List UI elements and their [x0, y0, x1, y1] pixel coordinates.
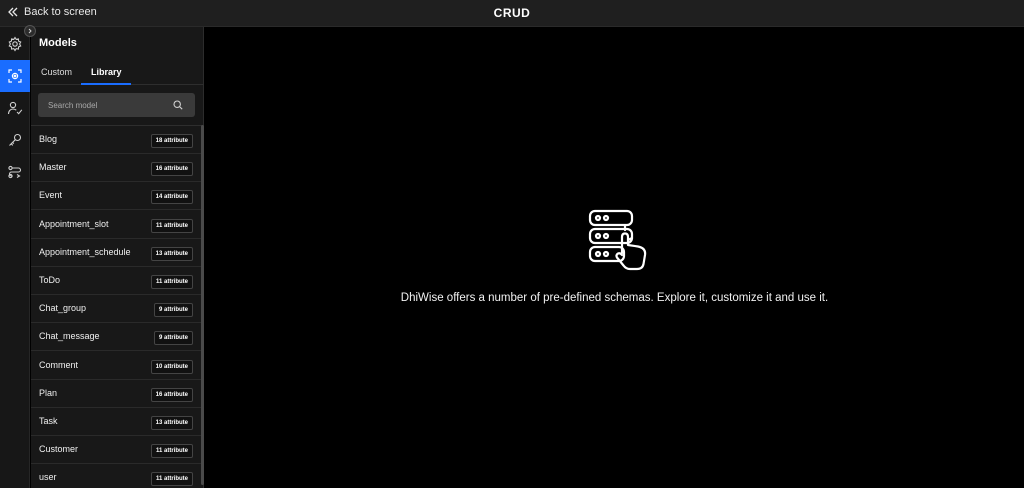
tab-library[interactable]: Library: [91, 67, 122, 77]
icon-rail: [0, 27, 30, 488]
list-item[interactable]: Blog 18 attribute: [31, 126, 201, 154]
main-content: DhiWise offers a number of pre-defined s…: [205, 27, 1024, 488]
attribute-count-badge: 16 attribute: [150, 387, 193, 402]
models-panel: Models Custom Library Blog 18 attribute Ma…: [31, 27, 204, 488]
list-item[interactable]: Chat_message 9 attribute: [31, 323, 201, 352]
list-item[interactable]: ToDo 11 attribute: [31, 267, 201, 295]
model-name: Customer: [39, 444, 79, 455]
model-name: Appointment_slot: [39, 218, 109, 229]
rail-models-button[interactable]: [0, 60, 30, 92]
search-icon[interactable]: [173, 100, 183, 110]
attribute-count-badge: 11 attribute: [150, 275, 193, 289]
attribute-count-badge: 11 attribute: [150, 444, 193, 459]
model-name: Event: [39, 190, 63, 201]
user-role-icon: [7, 101, 23, 115]
attribute-count-badge: 9 attribute: [153, 331, 193, 346]
model-name: ToDo: [39, 275, 61, 285]
empty-state-message: DhiWise offers a number of pre-defined s…: [400, 292, 829, 304]
list-item[interactable]: Plan 16 attribute: [31, 380, 201, 408]
list-item[interactable]: Appointment_schedule 13 attribute: [31, 239, 201, 267]
key-icon: [9, 133, 22, 146]
list-item[interactable]: Task 13 attribute: [31, 408, 201, 436]
model-tabs: Custom Library: [31, 62, 204, 85]
attribute-count-badge: 13 attribute: [150, 416, 193, 430]
rail-workflow-button[interactable]: [0, 156, 30, 188]
attribute-count-badge: 11 attribute: [150, 218, 193, 233]
chevron-right-icon: [28, 28, 32, 34]
top-bar: Back to screen CRUD: [0, 0, 1024, 27]
model-name: Blog: [39, 134, 58, 144]
tab-custom[interactable]: Custom: [41, 67, 72, 77]
list-item[interactable]: Customer 11 attribute: [31, 436, 201, 465]
attribute-count-badge: 18 attribute: [150, 134, 193, 148]
rail-permissions-button[interactable]: [0, 124, 30, 156]
list-item[interactable]: Master 16 attribute: [31, 154, 201, 183]
search-input[interactable]: [38, 93, 168, 117]
panel-title: Models: [39, 37, 77, 49]
attribute-count-badge: 9 attribute: [153, 303, 193, 318]
attribute-count-badge: 16 attribute: [150, 162, 193, 177]
attribute-count-badge: 14 attribute: [150, 190, 193, 205]
model-name: Chat_message: [39, 331, 100, 342]
search-box: [38, 93, 195, 117]
attribute-count-badge: 11 attribute: [150, 472, 193, 487]
rail-roles-button[interactable]: [0, 92, 30, 124]
active-tab-indicator: [81, 83, 131, 85]
model-name: Chat_group: [39, 303, 87, 314]
attribute-count-badge: 10 attribute: [150, 359, 193, 374]
list-item[interactable]: Event 14 attribute: [31, 182, 201, 211]
model-name: Task: [39, 416, 58, 426]
list-item[interactable]: Chat_group 9 attribute: [31, 295, 201, 324]
model-list: Blog 18 attribute Master 16 attribute Event 1…: [31, 125, 204, 488]
list-scrollbar[interactable]: [201, 125, 204, 485]
list-item[interactable]: Appointment_slot 11 attribute: [31, 211, 201, 239]
page-title: CRUD: [493, 6, 531, 20]
model-name: Plan: [39, 387, 58, 398]
database-pointer-icon: [588, 209, 647, 271]
model-name: Comment: [39, 359, 79, 370]
list-item[interactable]: user 11 attribute: [31, 464, 201, 488]
model-name: Appointment_schedule: [39, 246, 131, 257]
model-name: Master: [39, 162, 67, 173]
model-name: user: [39, 472, 57, 483]
attribute-count-badge: 13 attribute: [150, 246, 193, 261]
collapse-sidebar-button[interactable]: [24, 25, 36, 37]
list-item[interactable]: Comment 10 attribute: [31, 352, 201, 380]
gear-icon: [8, 36, 22, 52]
workflow-icon: [8, 165, 22, 179]
model-icon: [8, 69, 22, 83]
